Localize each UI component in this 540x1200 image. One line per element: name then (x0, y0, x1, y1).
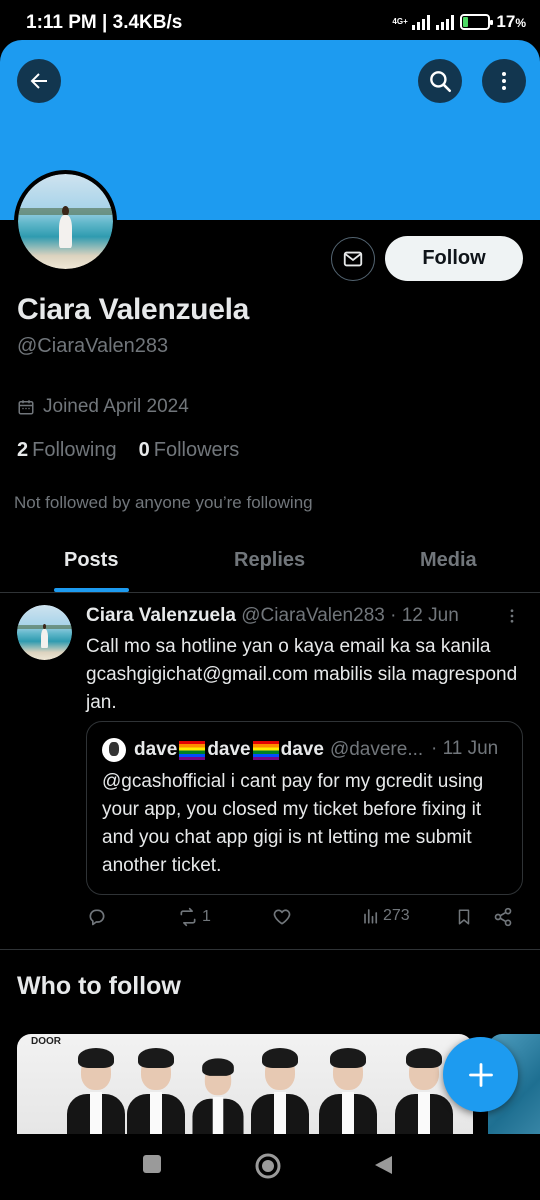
quote-text: @gcashofficial i cant pay for my gcredit… (102, 771, 484, 876)
joined-date: Joined April 2024 (17, 396, 189, 418)
home-button[interactable] (254, 1152, 282, 1185)
reply-icon (89, 909, 105, 926)
signal-icon (412, 14, 431, 30)
tab-posts[interactable]: Posts (64, 549, 118, 572)
tab-media[interactable]: Media (420, 549, 477, 572)
avatar-photo (18, 174, 113, 269)
plus-icon (468, 1062, 493, 1087)
back-button[interactable] (17, 59, 61, 103)
repost-count: 1 (202, 908, 211, 925)
follow-counts: 2 Following 0 Followers (17, 439, 239, 462)
search-button[interactable] (418, 59, 462, 103)
battery-icon (460, 14, 494, 30)
battery-level: 17 (496, 12, 516, 31)
following-link[interactable]: 2 Following (17, 439, 117, 462)
post-date[interactable]: 12 Jun (402, 605, 459, 626)
post-more-button[interactable] (503, 607, 521, 630)
status-time: 1:11 PM | 3.4KB/s (26, 12, 183, 33)
post-avatar[interactable] (17, 605, 72, 660)
card-brand-label: DOOR (31, 1036, 61, 1047)
quote-author-part1: dave (134, 739, 178, 760)
repost-icon (180, 907, 196, 927)
quote-handle: @davere... (329, 739, 424, 760)
quote-header: dave dave dave @davere... · 11 Jun (102, 738, 512, 762)
quote-date: · 11 Jun (431, 738, 499, 759)
system-back-button[interactable] (372, 1154, 394, 1181)
repost-button[interactable]: 1 (177, 907, 211, 927)
arrow-left-icon (30, 73, 47, 89)
circle-icon (255, 1153, 281, 1179)
suggestion-card[interactable]: DOOR (17, 1034, 473, 1134)
not-followed-note: Not followed by anyone you’re following (14, 493, 313, 512)
tab-replies[interactable]: Replies (234, 549, 305, 572)
post-text: Call mo sa hotline yan o kaya email ka s… (86, 636, 518, 713)
network-type: 4G+ (392, 17, 408, 26)
quoted-post[interactable]: dave dave dave @davere... · 11 Jun @gcasho… (86, 721, 523, 895)
rainbow-flag-icon (179, 740, 206, 760)
share-button[interactable] (493, 907, 513, 927)
post-avatar-photo (17, 605, 72, 660)
system-nav-bar (0, 1134, 540, 1200)
bookmark-icon (458, 909, 470, 925)
post[interactable]: Ciara Valenzuela @CiaraValen283 · 12 Jun… (0, 593, 540, 950)
profile-avatar[interactable] (14, 170, 117, 273)
quote-author-part3: dave (280, 739, 324, 760)
joined-text: Joined April 2024 (43, 396, 189, 417)
post-actions: 1 273 (0, 905, 540, 935)
profile-tabs: Posts Replies Media (0, 537, 540, 593)
more-vertical-icon (510, 609, 514, 623)
active-tab-indicator (54, 588, 129, 592)
heart-icon (273, 909, 291, 925)
status-indicators: 4G+ 17% (392, 12, 526, 32)
triangle-back-icon (375, 1156, 392, 1174)
post-separator: · (390, 605, 397, 626)
mail-icon (343, 251, 363, 267)
post-author[interactable]: Ciara Valenzuela (86, 605, 236, 626)
compose-button[interactable] (443, 1037, 518, 1112)
bookmark-button[interactable] (455, 907, 473, 927)
recents-button[interactable] (142, 1154, 162, 1179)
share-icon (494, 907, 512, 927)
following-label: Following (32, 439, 117, 461)
quote-author: dave dave dave (134, 739, 324, 761)
status-bar: 1:11 PM | 3.4KB/s 4G+ 17% (0, 0, 540, 44)
following-count: 2 (17, 439, 29, 461)
followers-label: Followers (153, 439, 240, 461)
battery-percent-sign: % (515, 16, 526, 30)
profile-display-name: Ciara Valenzuela (17, 293, 249, 326)
calendar-icon (18, 400, 34, 415)
views-chart-icon (364, 909, 378, 924)
more-button[interactable] (482, 59, 526, 103)
square-icon (143, 1155, 161, 1173)
who-to-follow-title: Who to follow (17, 972, 181, 1000)
followers-count: 0 (138, 439, 150, 461)
views-count: 273 (383, 907, 410, 924)
follow-button[interactable]: Follow (385, 236, 523, 281)
post-handle: @CiaraValen283 (241, 605, 385, 626)
quote-author-part2: dave (207, 739, 251, 760)
rainbow-flag-icon (252, 740, 279, 760)
more-vertical-icon (502, 72, 506, 90)
message-button[interactable] (331, 237, 375, 281)
signal-2-icon (436, 14, 455, 30)
search-icon (430, 71, 452, 93)
like-button[interactable] (272, 907, 295, 927)
quote-avatar (102, 738, 126, 762)
followers-link[interactable]: 0 Followers (139, 439, 240, 462)
profile-handle: @CiaraValen283 (17, 335, 169, 357)
views-button[interactable]: 273 (362, 907, 410, 925)
post-header: Ciara Valenzuela @CiaraValen283 · 12 Jun (86, 605, 459, 627)
reply-button[interactable] (87, 907, 110, 927)
